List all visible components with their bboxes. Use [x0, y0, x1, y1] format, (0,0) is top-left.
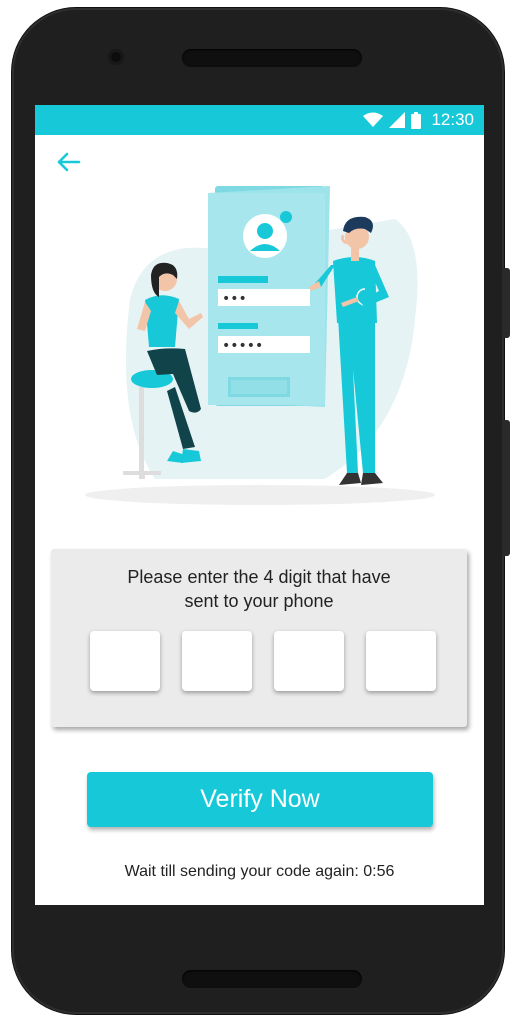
status-bar: 12:30 — [35, 105, 484, 135]
earpiece-speaker — [182, 49, 362, 67]
app-screen: 12:30 ••• ••••• Please enter the 4 digit… — [35, 105, 484, 905]
otp-digit-4[interactable] — [366, 631, 436, 691]
arrow-left-icon — [57, 152, 81, 172]
prompt-line-2: sent to your phone — [184, 591, 334, 611]
resend-timer: Wait till sending your code again: 0:56 — [124, 863, 395, 880]
verification-code-card: Please enter the 4 digit that have sent … — [51, 549, 467, 727]
otp-digit-2[interactable] — [182, 631, 252, 691]
cell-signal-icon — [389, 112, 406, 128]
front-camera — [108, 49, 124, 65]
verify-now-button[interactable]: Verify Now — [87, 772, 433, 827]
battery-icon — [411, 111, 422, 129]
bottom-speaker — [182, 970, 362, 988]
status-time: 12:30 — [431, 110, 474, 129]
volume-button — [502, 268, 510, 338]
otp-digit-1[interactable] — [90, 631, 160, 691]
back-button[interactable] — [53, 149, 83, 175]
verification-illustration: ••• ••••• — [85, 186, 435, 505]
illustration-password-mask: ••••• — [222, 338, 263, 354]
illustration-pin-mask: ••• — [222, 291, 247, 307]
wifi-icon — [363, 112, 384, 127]
otp-digit-row — [90, 631, 436, 691]
otp-digit-3[interactable] — [274, 631, 344, 691]
verification-prompt: Please enter the 4 digit that have sent … — [91, 565, 427, 613]
power-button — [502, 420, 510, 556]
prompt-line-1: Please enter the 4 digit that have — [127, 567, 391, 587]
